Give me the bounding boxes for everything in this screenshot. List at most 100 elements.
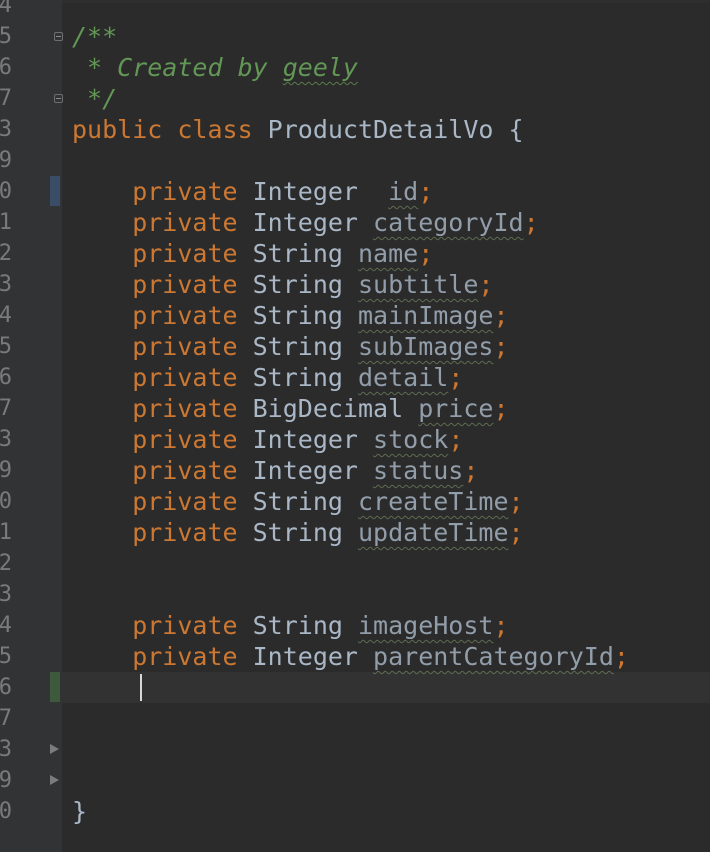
code-line[interactable]: /** (72, 21, 117, 52)
code-line[interactable]: private String updateTime; (72, 517, 524, 548)
code-line[interactable]: private Integer parentCategoryId; (72, 641, 629, 672)
code-token: private (72, 332, 253, 361)
code-line[interactable]: public class ProductDetailVo { (72, 114, 524, 145)
line-number: 7 (0, 706, 12, 731)
code-line[interactable]: private String subtitle; (72, 269, 493, 300)
line-number: 7 (0, 396, 12, 421)
code-token: * Created by (72, 53, 283, 82)
code-token: geely (282, 53, 358, 82)
line-number: 6 (0, 55, 12, 80)
code-token: mainImage (357, 301, 494, 330)
code-token: private (72, 177, 253, 206)
line-number: 9 (0, 768, 12, 793)
fold-arrow-icon[interactable] (50, 744, 59, 754)
code-token: private (72, 456, 253, 485)
code-token: detail (357, 363, 449, 392)
code-line[interactable]: * Created by geely (72, 52, 358, 83)
code-token: private (72, 394, 253, 423)
code-token: String (252, 301, 358, 330)
code-token: private (72, 518, 253, 547)
line-number: 3 (0, 272, 12, 297)
code-token: String (252, 611, 358, 640)
code-line[interactable]: } (72, 796, 87, 827)
line-number: 9 (0, 148, 12, 173)
vcs-change-marker (50, 672, 60, 702)
code-token: ; (418, 239, 434, 268)
code-token: price (418, 394, 494, 423)
code-line[interactable]: private Integer id; (72, 176, 433, 207)
line-number: 7 (0, 86, 12, 111)
code-token: String (252, 363, 358, 392)
code-token: ; (613, 642, 629, 671)
code-token: name (357, 239, 419, 268)
code-line[interactable]: private String createTime; (72, 486, 523, 517)
code-token: String (252, 332, 358, 361)
line-number: 4 (0, 0, 12, 18)
code-token: BigDecimal (252, 394, 419, 423)
code-line[interactable]: private String name; (72, 238, 433, 269)
code-token: String (252, 487, 358, 516)
text-caret (140, 674, 142, 701)
code-line[interactable]: private Integer status; (72, 455, 478, 486)
line-number: 3 (0, 737, 12, 762)
code-token: private (72, 301, 253, 330)
code-token: status (373, 456, 464, 485)
line-number: 3 (0, 427, 12, 452)
code-token: ; (493, 394, 509, 423)
code-token: ProductDetailVo { (267, 115, 524, 144)
code-line[interactable]: private BigDecimal price; (72, 393, 509, 424)
code-token: public class (72, 115, 268, 144)
code-line[interactable]: private String subImages; (72, 331, 508, 362)
code-token: private (72, 611, 253, 640)
code-token: stock (373, 425, 449, 454)
line-number-gutter[interactable]: 4 5 6 7 3 9 0 1 2 3 4 5 6 7 3 9 0 1 2 3 4 5 6 7 3 9 0 (0, 0, 63, 852)
code-line[interactable]: private String detail; (72, 362, 463, 393)
code-editor[interactable]: 4 5 6 7 3 9 0 1 2 3 4 5 6 7 3 9 0 1 2 3 4 5 6 7 3 9 0 /** * Create… (0, 0, 710, 852)
code-token: String (252, 270, 358, 299)
line-number: 3 (0, 117, 12, 142)
code-line[interactable]: private Integer categoryId; (72, 207, 539, 238)
code-line[interactable]: private String mainImage; (72, 300, 508, 331)
code-token: ; (478, 270, 494, 299)
line-number: 6 (0, 365, 12, 390)
line-number: 5 (0, 24, 12, 49)
line-number: 0 (0, 489, 12, 514)
code-token: String (252, 518, 358, 547)
code-line[interactable]: private Integer stock; (72, 424, 463, 455)
code-token: ; (448, 425, 464, 454)
code-token: private (72, 642, 253, 671)
code-token: private (72, 270, 253, 299)
code-token: /** (72, 22, 118, 51)
code-token: private (72, 487, 253, 516)
line-number: 5 (0, 334, 12, 359)
line-number: 6 (0, 675, 12, 700)
code-token: subtitle (357, 270, 479, 299)
code-area[interactable]: /** * Created by geely */public class Pr… (62, 0, 710, 852)
code-token: subImages (357, 332, 494, 361)
code-token: Integer (252, 642, 374, 671)
code-token: id (388, 177, 419, 206)
line-number: 1 (0, 520, 12, 545)
line-number: 3 (0, 582, 12, 607)
code-line[interactable]: */ (72, 83, 117, 114)
fold-arrow-icon[interactable] (50, 775, 59, 785)
line-number: 5 (0, 644, 12, 669)
code-token: ; (508, 518, 524, 547)
code-token: ; (463, 456, 479, 485)
line-number: 9 (0, 458, 12, 483)
code-token: imageHost (357, 611, 494, 640)
code-token: ; (448, 363, 464, 392)
code-token: parentCategoryId (373, 642, 614, 671)
code-token: Integer (252, 425, 374, 454)
code-token: private (72, 425, 253, 454)
code-token: Integer (252, 177, 389, 206)
code-token: } (72, 797, 88, 826)
code-token: private (72, 239, 253, 268)
line-number: 4 (0, 613, 12, 638)
line-number: 1 (0, 210, 12, 235)
code-token: Integer (252, 456, 374, 485)
line-number: 2 (0, 241, 12, 266)
code-token: ; (493, 611, 509, 640)
code-token: ; (523, 208, 539, 237)
code-line[interactable]: private String imageHost; (72, 610, 509, 641)
